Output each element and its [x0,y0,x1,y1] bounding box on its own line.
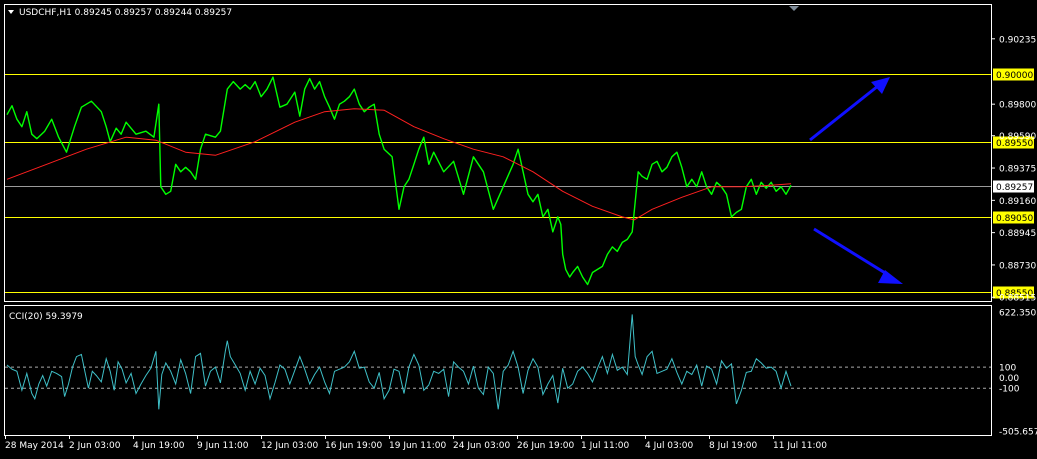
current-price-label: 0.89257 [996,183,1033,193]
time-axis-label: 24 Jun 03:00 [453,441,510,451]
time-axis-label: 4 Jul 03:00 [645,441,694,451]
time-axis-label: 8 Jul 19:00 [709,441,758,451]
time-axis-label: 1 Jul 11:00 [581,441,630,451]
price-axis-label: 0.88515 [999,294,1036,304]
price-chart-svg[interactable]: 0.900000.895500.890500.885500.89257 0.90… [0,0,1037,455]
cci-axis-label: 0.00 [999,374,1019,384]
cci-axis-label: -505.6573 [999,428,1037,438]
cci-axis-label: 100 [999,364,1016,374]
price-axis-label: 0.88730 [999,261,1036,271]
time-axis-label: 2 Jun 03:00 [69,441,121,451]
price-axis-label: 0.89160 [999,197,1036,207]
forex-chart-window: 0.90000 0.89550 0.89050 0.88550 0.89257 0.90… [0,0,1037,455]
time-axis-label: 9 Jun 11:00 [197,441,249,451]
time-axis-label: 11 Jul 11:00 [773,441,827,451]
cci-axis-label: -100 [999,385,1020,395]
price-axis-label: 0.90235 [999,35,1036,45]
price-level-label: 0.89050 [996,214,1033,224]
time-axis-label: 4 Jun 19:00 [133,441,185,451]
time-axis-label: 26 Jun 19:00 [517,441,574,451]
price-level-label: 0.90000 [996,71,1033,81]
time-axis-label: 12 Jun 03:00 [261,441,318,451]
time-axis-label: 28 May 2014 [5,441,64,451]
price-axis-label: 0.88945 [999,229,1036,239]
cci-axis-label: 622.3505 [999,309,1037,319]
cci-title: CCI(20) 59.3979 [9,312,83,322]
chart-title: USDCHF,H1 0.89245 0.89257 0.89244 0.8925… [19,8,232,18]
price-axis-label: 0.89800 [999,101,1036,111]
time-axis-label: 19 Jun 11:00 [389,441,446,451]
price-axis-label: 0.89590 [999,132,1036,142]
price-axis-label: 0.89375 [999,165,1036,175]
time-axis-label: 16 Jun 19:00 [325,441,382,451]
